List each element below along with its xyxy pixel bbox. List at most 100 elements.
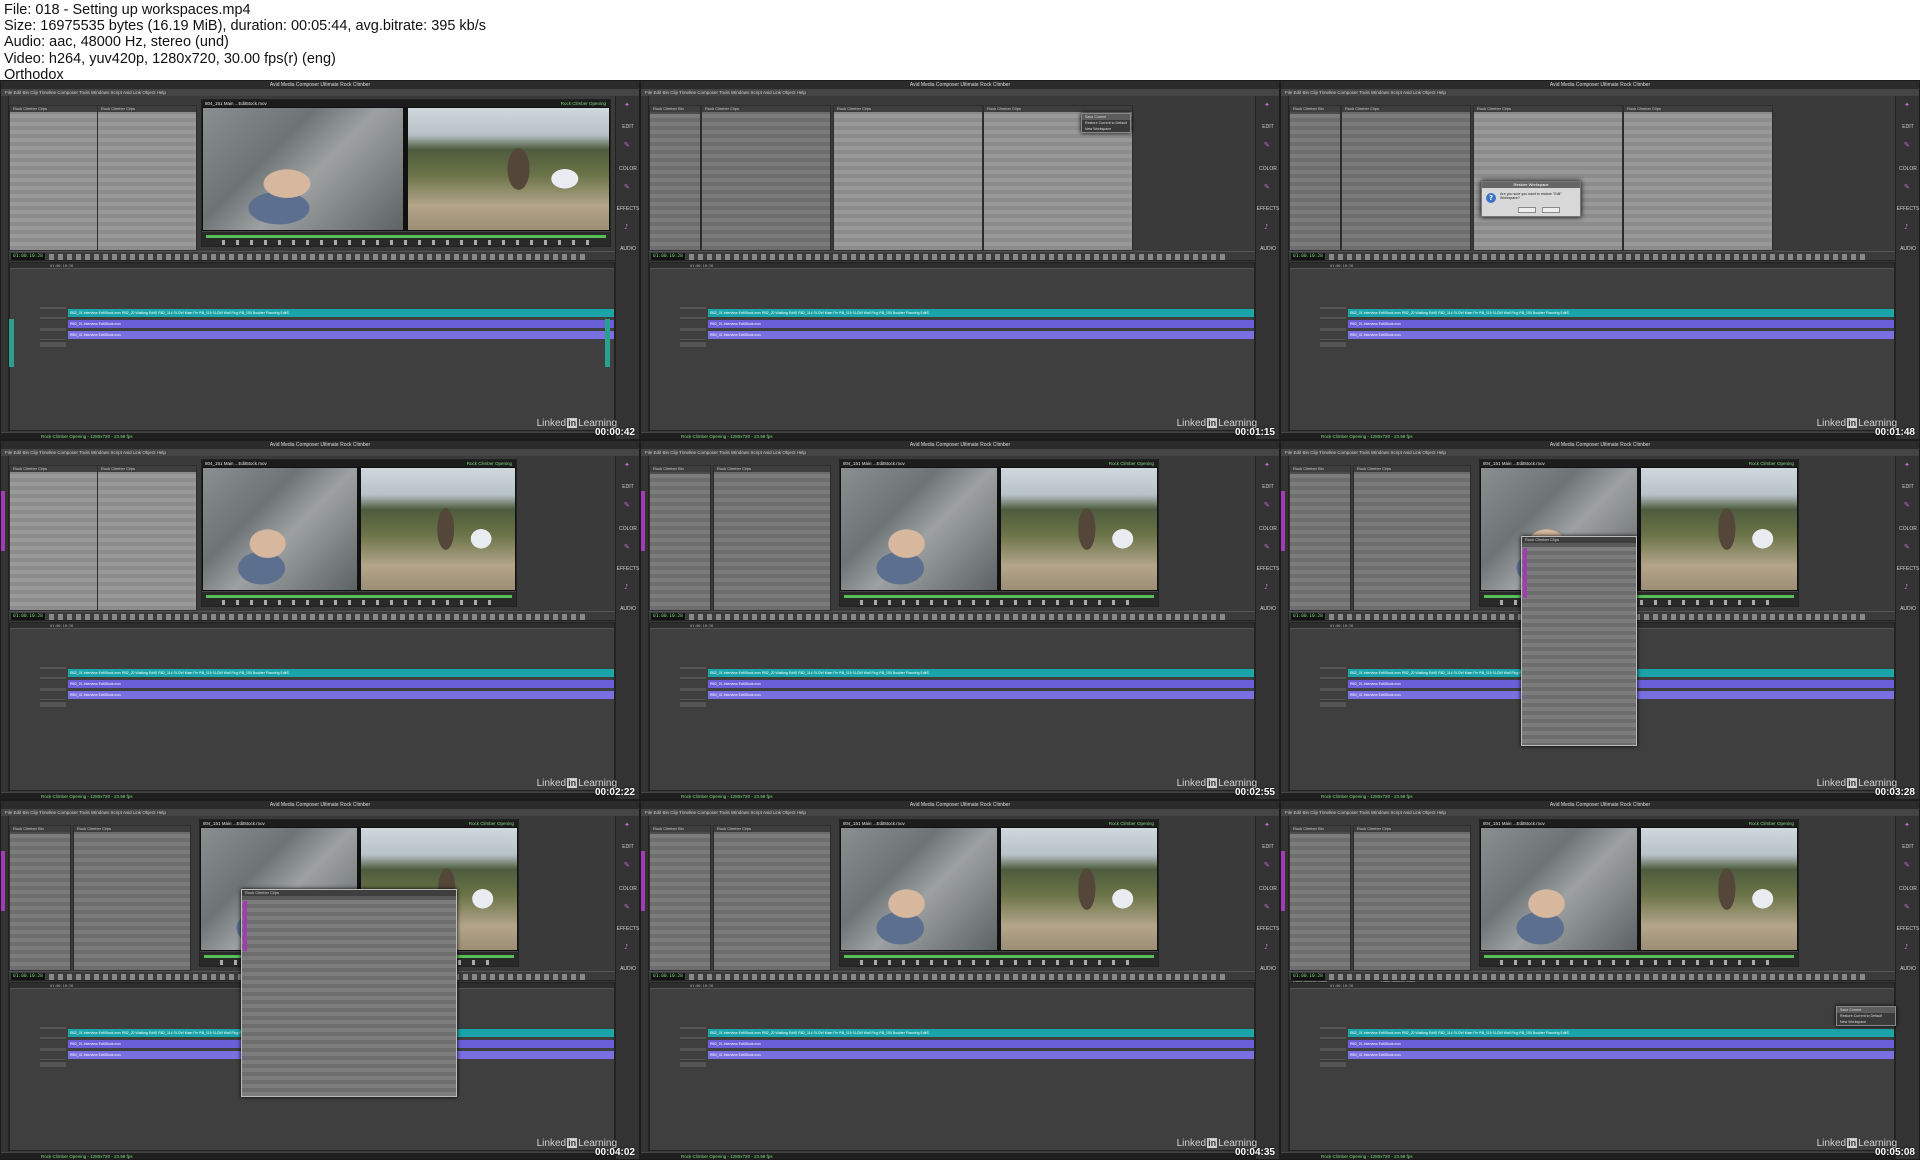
panel-bins[interactable]: Rock Climber Bin	[1289, 465, 1351, 611]
restore-workspace-dialog[interactable]: Restore Workspace? Are you sure you want …	[1481, 181, 1581, 217]
panel-header[interactable]: Rock Climber Clips	[10, 466, 98, 472]
audio-track-a2[interactable]: RB2_01 Interview EditStock.mov	[10, 331, 614, 339]
workspace-icon[interactable]: ✦	[1264, 102, 1272, 109]
timeline-panel[interactable]: 01:00:10:28 RB2_01 Interview EditStock.m…	[9, 262, 615, 431]
transport-controls[interactable]	[840, 591, 1158, 606]
panel-rows[interactable]	[1354, 474, 1470, 610]
video-thumbnail-7[interactable]: Avid Media Composer Ultimate Rock Climbe…	[0, 800, 640, 1160]
position-bar[interactable]	[844, 955, 1154, 958]
panel-rows[interactable]	[650, 834, 710, 970]
panel-header[interactable]: Rock Climber Clips	[10, 106, 98, 112]
panel-effects-list[interactable]: Rock Climber Clips	[97, 105, 197, 251]
audio-track-a1[interactable]: RB2_01 Interview EditStock.mov	[650, 1040, 1254, 1048]
panel-effects[interactable]: Rock Climber Clips	[9, 465, 99, 611]
workspace-icon[interactable]: ✦	[624, 822, 632, 829]
workspace-edit[interactable]: EDIT	[1256, 484, 1279, 490]
panel-bin-clips[interactable]: Rock Climber Clips	[713, 465, 831, 611]
panel-effects[interactable]: Rock Climber Clips	[833, 105, 983, 251]
workspace-icon[interactable]: ✦	[1904, 102, 1912, 109]
panel-bins[interactable]: Rock Climber Bin	[649, 825, 711, 971]
panel-rows[interactable]	[1354, 834, 1470, 970]
position-bar[interactable]	[206, 235, 606, 238]
panel-header[interactable]: Rock Climber Bin	[10, 826, 70, 832]
timeline-ruler[interactable]: 01:00:10:28	[650, 983, 1254, 989]
workspace-icon[interactable]: ✦	[1264, 822, 1272, 829]
workspace-edit[interactable]: EDIT	[1896, 124, 1919, 130]
composer-viewer[interactable]: 804_151 Main ...Edit5tock.mov Rock Climb…	[839, 819, 1159, 967]
workspace-audio[interactable]: AUDIO	[1896, 246, 1919, 252]
toolbar-buttons[interactable]	[49, 614, 585, 620]
floating-bin-rows[interactable]	[242, 900, 456, 1096]
workspace-edit[interactable]: EDIT	[1256, 844, 1279, 850]
timeline-panel[interactable]: 01:00:10:28 RB2_01 Interview EditStock.m…	[1289, 262, 1895, 431]
panel-header[interactable]: Rock Climber Bin	[650, 466, 710, 472]
floating-bin-rows[interactable]	[1522, 547, 1636, 745]
panel-header[interactable]: Rock Climber Bin	[1290, 826, 1350, 832]
toolbar-buttons[interactable]	[49, 254, 585, 260]
audio-track-a2[interactable]: RB2_01 Interview EditStock.mov	[1290, 331, 1894, 339]
workspace-icon[interactable]: ✦	[1264, 462, 1272, 469]
menu-bar[interactable]: File Edit Bin Clip Timeline Composer Too…	[641, 449, 1279, 456]
workspace-audio[interactable]: AUDIO	[616, 246, 639, 252]
panel-rows[interactable]	[984, 114, 1132, 250]
workspace-effects[interactable]: EFFECTS	[1896, 566, 1919, 572]
workspace-effects[interactable]: EFFECTS	[1256, 926, 1279, 932]
workspace-edit[interactable]: EDIT	[616, 484, 639, 490]
position-bar[interactable]	[1484, 955, 1794, 958]
video-track-v1[interactable]: RB2_01 Interview EditStock.mov RB2_20 Wa…	[650, 309, 1254, 317]
transport-buttons[interactable]	[860, 960, 1138, 965]
video-track-v1[interactable]: RB2_01 Interview EditStock.mov RB2_20 Wa…	[1290, 309, 1894, 317]
workspace-effects[interactable]: EFFECTS	[1256, 206, 1279, 212]
timeline-panel[interactable]: 01:00:10:28 RB2_01 Interview EditStock.m…	[649, 982, 1255, 1151]
record-monitor-frame[interactable]	[1640, 828, 1797, 950]
audio-track-a1[interactable]: RB2_01 Interview EditStock.mov	[10, 320, 614, 328]
video-thumbnail-8[interactable]: Avid Media Composer Ultimate Rock Climbe…	[640, 800, 1280, 1160]
menu-bar[interactable]: File Edit Bin Clip Timeline Composer Too…	[1, 89, 639, 96]
panel-header[interactable]: Rock Climber Clips	[98, 106, 196, 112]
panel-rows[interactable]	[702, 114, 830, 250]
video-thumbnail-4[interactable]: Avid Media Composer Ultimate Rock Climbe…	[0, 440, 640, 800]
floating-bin-title[interactable]: Rock Climber Clips	[1522, 537, 1636, 543]
panel-header[interactable]: Rock Climber Clips	[74, 826, 190, 832]
panel-header[interactable]: Rock Climber Clips	[702, 106, 830, 112]
transport-controls[interactable]	[840, 951, 1158, 966]
edit-toolbar[interactable]: 01:00:10:28	[1289, 971, 1895, 981]
panel-header[interactable]: Rock Climber Clips	[1354, 826, 1470, 832]
toolbar-buttons[interactable]	[689, 254, 1225, 260]
audio-track-a2[interactable]: RB2_01 Interview EditStock.mov	[10, 691, 614, 699]
toolbar-buttons[interactable]	[1329, 254, 1865, 260]
edit-toolbar[interactable]: 01:00:10:28	[9, 251, 615, 261]
source-monitor-frame[interactable]	[203, 108, 403, 230]
floating-bin-window[interactable]: Rock Climber Clips	[241, 889, 457, 1097]
panel-effects-list[interactable]: Rock Climber Clips	[97, 465, 197, 611]
workspace-edit[interactable]: EDIT	[616, 124, 639, 130]
panel-rows[interactable]	[1624, 114, 1772, 250]
audio-track-a2[interactable]: RB2_01 Interview EditStock.mov	[650, 1051, 1254, 1059]
panel-bin-clips[interactable]: Rock Climber Clips	[1353, 465, 1471, 611]
timeline-ruler[interactable]: 01:00:10:28	[10, 263, 614, 269]
workspace-audio[interactable]: AUDIO	[1256, 246, 1279, 252]
source-monitor-frame[interactable]	[1481, 828, 1637, 950]
video-thumbnail-5[interactable]: Avid Media Composer Ultimate Rock Climbe…	[640, 440, 1280, 800]
transport-buttons[interactable]	[860, 600, 1138, 605]
transport-buttons[interactable]	[222, 600, 496, 605]
workspace-effects[interactable]: EFFECTS	[1896, 206, 1919, 212]
workspace-edit[interactable]: EDIT	[1256, 124, 1279, 130]
menu-bar[interactable]: File Edit Bin Clip Timeline Composer Too…	[641, 809, 1279, 816]
workspace-color[interactable]: COLOR	[1256, 166, 1279, 172]
workspace-context-menu[interactable]: Save Current Restore Current to Default Ne…	[1081, 113, 1131, 133]
video-track-v1[interactable]: RB2_01 Interview EditStock.mov RB2_20 Wa…	[10, 669, 614, 677]
transport-buttons[interactable]	[1500, 960, 1778, 965]
panel-header[interactable]: Rock Climber Clips	[984, 106, 1132, 112]
panel-header[interactable]: Rock Climber Clips	[714, 466, 830, 472]
panel-rows[interactable]	[714, 474, 830, 610]
timeline-ruler[interactable]: 01:00:10:28	[1290, 983, 1894, 989]
composer-viewer[interactable]: 804_151 Main ...Edit5tock.mov Rock Climb…	[201, 99, 611, 247]
workspace-color[interactable]: COLOR	[616, 526, 639, 532]
panel-bins[interactable]: Rock Climber Bin	[649, 465, 711, 611]
video-thumbnail-3[interactable]: Avid Media Composer Ultimate Rock Climbe…	[1280, 80, 1920, 440]
ok-button[interactable]	[1518, 207, 1536, 213]
panel-header[interactable]: Rock Climber Bin	[1290, 106, 1340, 112]
panel-rows[interactable]	[10, 114, 98, 250]
composer-viewer[interactable]: 804_151 Main ...Edit5tock.mov Rock Climb…	[839, 459, 1159, 607]
